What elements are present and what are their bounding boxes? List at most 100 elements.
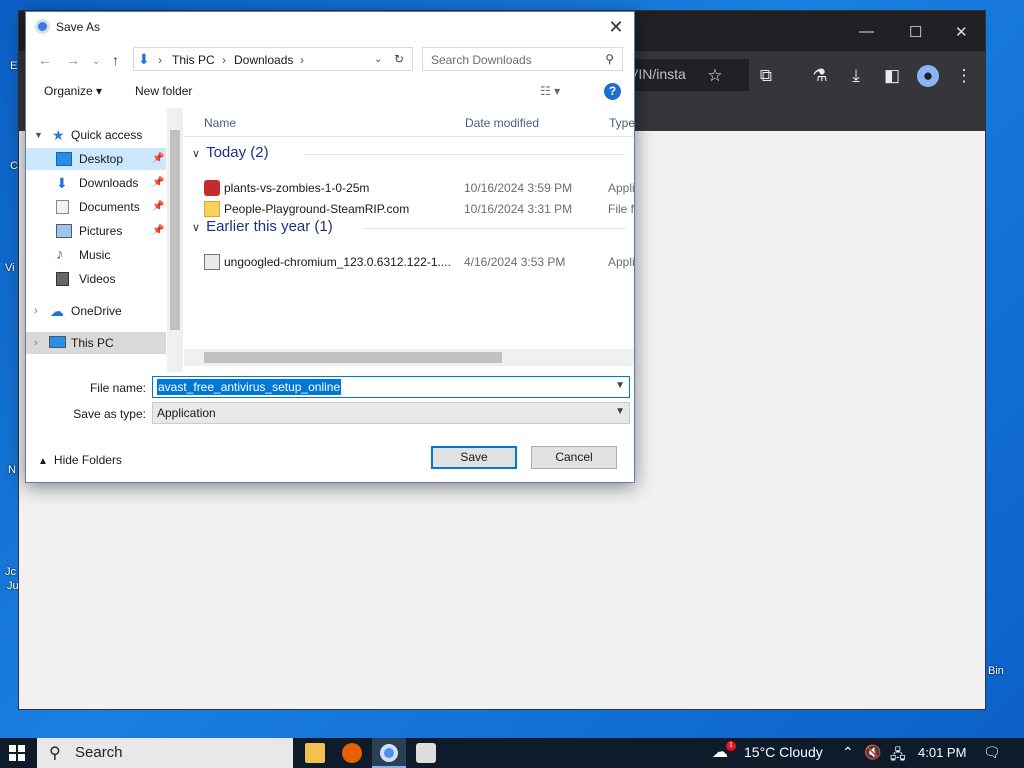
breadcrumb-this-pc[interactable]: This PC [172, 53, 215, 67]
column-name[interactable]: Name [204, 116, 236, 130]
close-button[interactable]: ✕ [955, 23, 968, 41]
dialog-titlebar: Save As ✕ [26, 12, 634, 42]
save-as-type-label: Save as type: [73, 407, 146, 421]
nav-label: Music [79, 248, 111, 262]
minimize-button[interactable]: — [859, 23, 874, 40]
file-row[interactable]: People-Playground-SteamRIP.com 10/16/202… [202, 199, 634, 219]
nav-scrollbar[interactable] [167, 108, 183, 372]
file-type: File fo [608, 202, 634, 216]
up-icon[interactable]: ↑ [112, 52, 119, 68]
search-placeholder: Search Downloads [431, 53, 532, 67]
nav-item-downloads[interactable]: ⬇ Downloads 📌 [26, 172, 166, 194]
group-header[interactable]: ∨ Today (2) [192, 144, 269, 161]
firefox-icon[interactable] [342, 743, 362, 763]
help-icon[interactable]: ? [604, 83, 621, 100]
installer-icon[interactable] [416, 743, 436, 763]
chromium-taskbar-button[interactable] [372, 738, 406, 768]
maximize-button[interactable]: ☐ [909, 23, 922, 41]
chevron-down-icon[interactable]: ▼ [615, 406, 625, 417]
nav-label: Videos [79, 272, 116, 286]
breadcrumb-separator: › [222, 53, 226, 67]
forward-icon[interactable]: → [66, 52, 80, 68]
breadcrumb-downloads[interactable]: Downloads [234, 53, 293, 67]
save-button[interactable]: Save [431, 446, 517, 469]
chevron-right-icon[interactable]: › [34, 300, 38, 322]
download-icon[interactable]: ⤓ [845, 65, 867, 87]
nav-item-music[interactable]: ♪ Music [26, 244, 166, 266]
file-list-scrollbar[interactable] [184, 349, 634, 366]
desktop-icon-label[interactable]: C [10, 160, 18, 172]
column-date-modified[interactable]: Date modified [465, 116, 539, 130]
cancel-button[interactable]: Cancel [531, 446, 617, 469]
group-header[interactable]: ∨ Earlier this year (1) [192, 218, 333, 235]
desktop-icon-label[interactable]: Jc [5, 566, 16, 578]
file-name: People-Playground-SteamRIP.com [224, 202, 410, 216]
file-row[interactable]: plants-vs-zombies-1-0-25m 10/16/2024 3:5… [202, 178, 634, 198]
file-name-value: avast_free_antivirus_setup_online [157, 379, 342, 395]
pin-icon[interactable]: 📌 [152, 148, 164, 170]
computer-icon [49, 336, 66, 348]
speaker-muted-icon[interactable]: 🔇 [864, 744, 881, 761]
file-type: Appli [608, 255, 634, 269]
chevron-up-icon[interactable]: ⌃ [842, 744, 854, 761]
chevron-down-icon[interactable]: ▼ [34, 124, 43, 146]
save-as-type-select[interactable]: Application ▼ [152, 402, 630, 424]
extensions-icon[interactable]: ⧉ [755, 65, 777, 87]
nav-item-pictures[interactable]: Pictures 📌 [26, 220, 166, 242]
file-explorer-icon[interactable] [305, 743, 325, 763]
pin-icon[interactable]: 📌 [152, 196, 164, 218]
scrollbar-thumb[interactable] [204, 352, 502, 363]
nav-this-pc[interactable]: › This PC [26, 332, 166, 354]
search-icon: ⚲ [605, 52, 614, 66]
weather-text[interactable]: 15°C Cloudy [744, 744, 823, 760]
new-folder-button[interactable]: New folder [135, 84, 192, 98]
chevron-up-icon: ▲ [38, 456, 48, 467]
notifications-icon[interactable]: 🗨 [983, 744, 1001, 761]
navigation-pane: ▼ ★ Quick access Desktop 📌 ⬇ Downloads 📌… [26, 108, 183, 372]
profile-icon[interactable]: ● [917, 65, 939, 87]
search-input[interactable]: Search Downloads ⚲ [422, 47, 623, 71]
address-dropdown-icon[interactable]: ⌄ [374, 54, 382, 65]
star-icon: ★ [52, 127, 65, 143]
file-name: ungoogled-chromium_123.0.6312.122-1.... [224, 255, 451, 269]
nav-item-desktop[interactable]: Desktop 📌 [26, 148, 166, 170]
close-icon[interactable]: ✕ [604, 15, 628, 39]
file-row[interactable]: ungoogled-chromium_123.0.6312.122-1.... … [202, 252, 634, 272]
taskbar-search[interactable]: ⚲ Search [37, 738, 293, 768]
recent-dropdown-icon[interactable]: ⌄ [92, 56, 100, 67]
star-icon[interactable]: ☆ [704, 65, 726, 87]
side-panel-icon[interactable]: ◧ [881, 65, 903, 87]
organize-button[interactable]: Organize ▾ [44, 84, 102, 98]
desktop-icon-label[interactable]: Ju [7, 580, 19, 592]
desktop-icon-label[interactable]: E [10, 60, 17, 72]
chevron-right-icon[interactable]: › [34, 332, 38, 354]
taskbar: ⚲ Search ☁ 1 15°C Cloudy ⌃ 🔇 🖧 4:01 PM 🗨 [0, 738, 1024, 768]
hide-folders-button[interactable]: ▲ Hide Folders [38, 453, 122, 467]
nav-quick-access[interactable]: ▼ ★ Quick access [26, 124, 166, 146]
downloads-folder-icon: ⬇ [138, 51, 150, 67]
file-name-input[interactable]: avast_free_antivirus_setup_online ▼ [152, 376, 630, 398]
scrollbar-thumb[interactable] [170, 130, 180, 330]
menu-icon[interactable]: ⋮ [953, 65, 975, 87]
pin-icon[interactable]: 📌 [152, 172, 164, 194]
desktop-icon-label[interactable]: Vi [5, 262, 15, 274]
back-icon[interactable]: ← [38, 52, 52, 68]
nav-onedrive[interactable]: › ☁ OneDrive [26, 300, 166, 322]
nav-item-videos[interactable]: Videos [26, 268, 166, 290]
address-bar[interactable]: ⬇ › This PC › Downloads › ⌄ ↻ [133, 47, 413, 71]
clock[interactable]: 4:01 PM [918, 745, 966, 760]
cloud-icon: ☁ [50, 303, 64, 319]
chevron-down-icon[interactable]: ▼ [615, 380, 625, 391]
nav-item-documents[interactable]: Documents 📌 [26, 196, 166, 218]
recycle-bin-label[interactable]: Bin [988, 665, 1004, 677]
desktop-icon-label[interactable]: N [8, 464, 16, 476]
file-list: Name Date modified Type ∨ Today (2) plant… [184, 108, 635, 372]
windows-start-icon[interactable] [9, 745, 25, 761]
network-icon[interactable]: 🖧 [890, 744, 906, 768]
labs-icon[interactable]: ⚗ [809, 65, 831, 87]
pin-icon[interactable]: 📌 [152, 220, 164, 242]
pictures-icon [56, 224, 72, 238]
view-options-icon[interactable]: ☷ ▾ [540, 84, 560, 98]
refresh-icon[interactable]: ↻ [394, 52, 404, 66]
column-type[interactable]: Type [609, 116, 635, 130]
